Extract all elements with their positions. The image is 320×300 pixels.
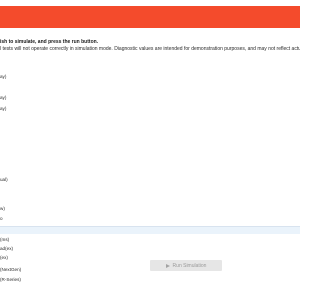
play-icon [165,263,170,268]
run-simulation-button[interactable]: Run Simulation [150,260,222,271]
option-item[interactable]: ay) [0,74,6,80]
option-item[interactable]: w) [0,206,5,212]
option-item[interactable]: o [0,216,3,222]
instructions-line-1: ish to simulate, and press the run butto… [0,39,99,45]
instructions: ish to simulate, and press the run butto… [0,39,300,52]
section-band [0,227,300,234]
run-simulation-label: Run Simulation [172,262,207,269]
option-item[interactable]: (ex) [0,255,8,261]
option-item[interactable]: ay) [0,95,6,101]
option-item[interactable]: ual) [0,177,8,183]
option-item[interactable]: (R-Series) [0,277,21,283]
option-item[interactable]: (NextGen) [0,267,21,273]
option-item[interactable]: ad(ex) [0,246,13,252]
option-item[interactable]: ay) [0,106,6,112]
option-item[interactable]: (ms) [0,237,9,243]
instructions-line-2: l tests will not operate correctly in si… [0,46,300,52]
header-bar [0,6,300,28]
